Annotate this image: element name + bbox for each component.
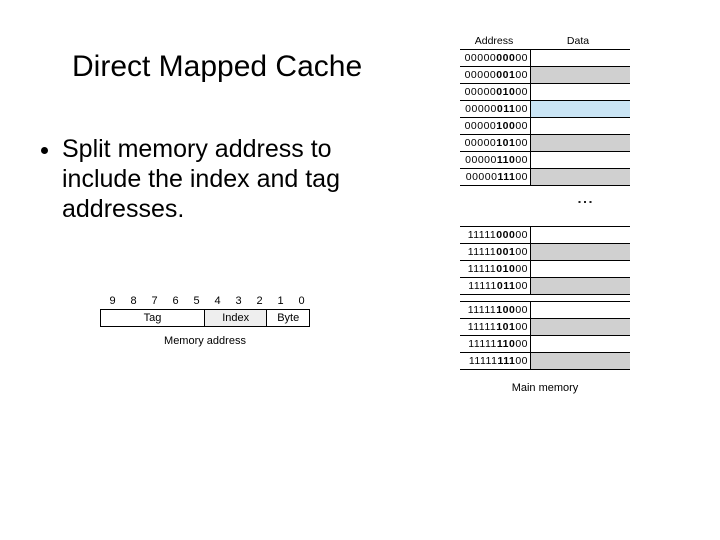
memory-data-cell (530, 353, 630, 369)
memory-data-cell (530, 169, 630, 185)
memory-data-cell (530, 278, 630, 294)
memory-address-cell: 1111100100 (460, 246, 530, 258)
memory-data-cell (530, 135, 630, 151)
memory-block-2: 1111100000 1111100100 1111101000 1111101100… (460, 226, 630, 370)
memory-headers: Address Data (460, 35, 630, 47)
address-fields: Tag Index Byte (100, 309, 310, 327)
memory-row: 0000000000 (460, 50, 630, 67)
memory-address-cell: 0000000000 (460, 52, 530, 64)
memory-address-cell: 0000010100 (460, 137, 530, 149)
slide-title: Direct Mapped Cache (72, 50, 362, 84)
header-address: Address (460, 35, 528, 47)
memory-gap: ⋮ (460, 186, 630, 226)
bit-label: 0 (291, 295, 312, 307)
memory-data-cell (530, 84, 630, 100)
field-byte: Byte (267, 310, 309, 326)
memory-address-cell: 1111101100 (460, 280, 530, 292)
memory-data-cell (530, 261, 630, 277)
memory-address-cell: 1111110100 (460, 321, 530, 333)
bit-labels-row: 9876543210 (100, 295, 312, 307)
memory-address-cell: 1111101000 (460, 263, 530, 275)
memory-row: 1111110000 (460, 302, 630, 319)
memory-row: 1111111000 (460, 336, 630, 353)
memory-address-cell: 0000001000 (460, 86, 530, 98)
memory-address-cell: 1111110000 (460, 304, 530, 316)
memory-data-cell (530, 244, 630, 260)
memory-address-cell: 0000000100 (460, 69, 530, 81)
memory-address-cell: 0000011100 (460, 171, 530, 183)
bit-label: 6 (165, 295, 186, 307)
bit-label: 1 (270, 295, 291, 307)
bit-label: 7 (144, 295, 165, 307)
memory-row: 1111111100 (460, 353, 630, 370)
memory-data-cell (530, 101, 630, 117)
memory-row: 1111100100 (460, 244, 630, 261)
memory-data-cell (530, 152, 630, 168)
memory-row: 1111101100 (460, 278, 630, 295)
memory-address-cell: 1111100000 (460, 229, 530, 241)
memory-row: 0000001100 (460, 101, 630, 118)
main-memory-diagram: Address Data 0000000000 0000000100 0000001… (460, 35, 630, 394)
memory-row: 1111110100 (460, 319, 630, 336)
bit-label: 2 (249, 295, 270, 307)
memory-data-cell (530, 227, 630, 243)
memory-caption: Main memory (460, 382, 630, 394)
bullet-text: Split memory address to include the inde… (62, 134, 382, 224)
field-tag: Tag (101, 310, 205, 326)
memory-address-cell: 0000011000 (460, 154, 530, 166)
field-index: Index (205, 310, 267, 326)
memory-data-cell (530, 319, 630, 335)
address-layout-diagram: 9876543210 Tag Index Byte Memory address (100, 295, 312, 347)
memory-address-cell: 0000001100 (460, 103, 530, 115)
memory-row: 0000000100 (460, 67, 630, 84)
memory-row: 0000010100 (460, 135, 630, 152)
bit-label: 8 (123, 295, 144, 307)
memory-row: 1111101000 (460, 261, 630, 278)
address-layout-caption: Memory address (100, 335, 310, 347)
memory-address-cell: 1111111000 (460, 338, 530, 350)
memory-block-1: 0000000000 0000000100 0000001000 0000001100… (460, 49, 630, 186)
memory-row: 0000001000 (460, 84, 630, 101)
header-data: Data (528, 35, 628, 47)
bit-label: 3 (228, 295, 249, 307)
slide-bullet: Split memory address to include the inde… (34, 134, 382, 224)
memory-row: 0000011000 (460, 152, 630, 169)
ellipsis-icon: ⋮ (575, 194, 594, 208)
memory-address-cell: 0000010000 (460, 120, 530, 132)
memory-row: 0000011100 (460, 169, 630, 186)
memory-address-cell: 1111111100 (460, 355, 530, 367)
memory-row: 1111100000 (460, 227, 630, 244)
memory-data-cell (530, 67, 630, 83)
bit-label: 9 (102, 295, 123, 307)
memory-data-cell (530, 302, 630, 318)
bit-label: 5 (186, 295, 207, 307)
memory-data-cell (530, 50, 630, 66)
memory-row: 0000010000 (460, 118, 630, 135)
bit-label: 4 (207, 295, 228, 307)
memory-data-cell (530, 336, 630, 352)
memory-data-cell (530, 118, 630, 134)
